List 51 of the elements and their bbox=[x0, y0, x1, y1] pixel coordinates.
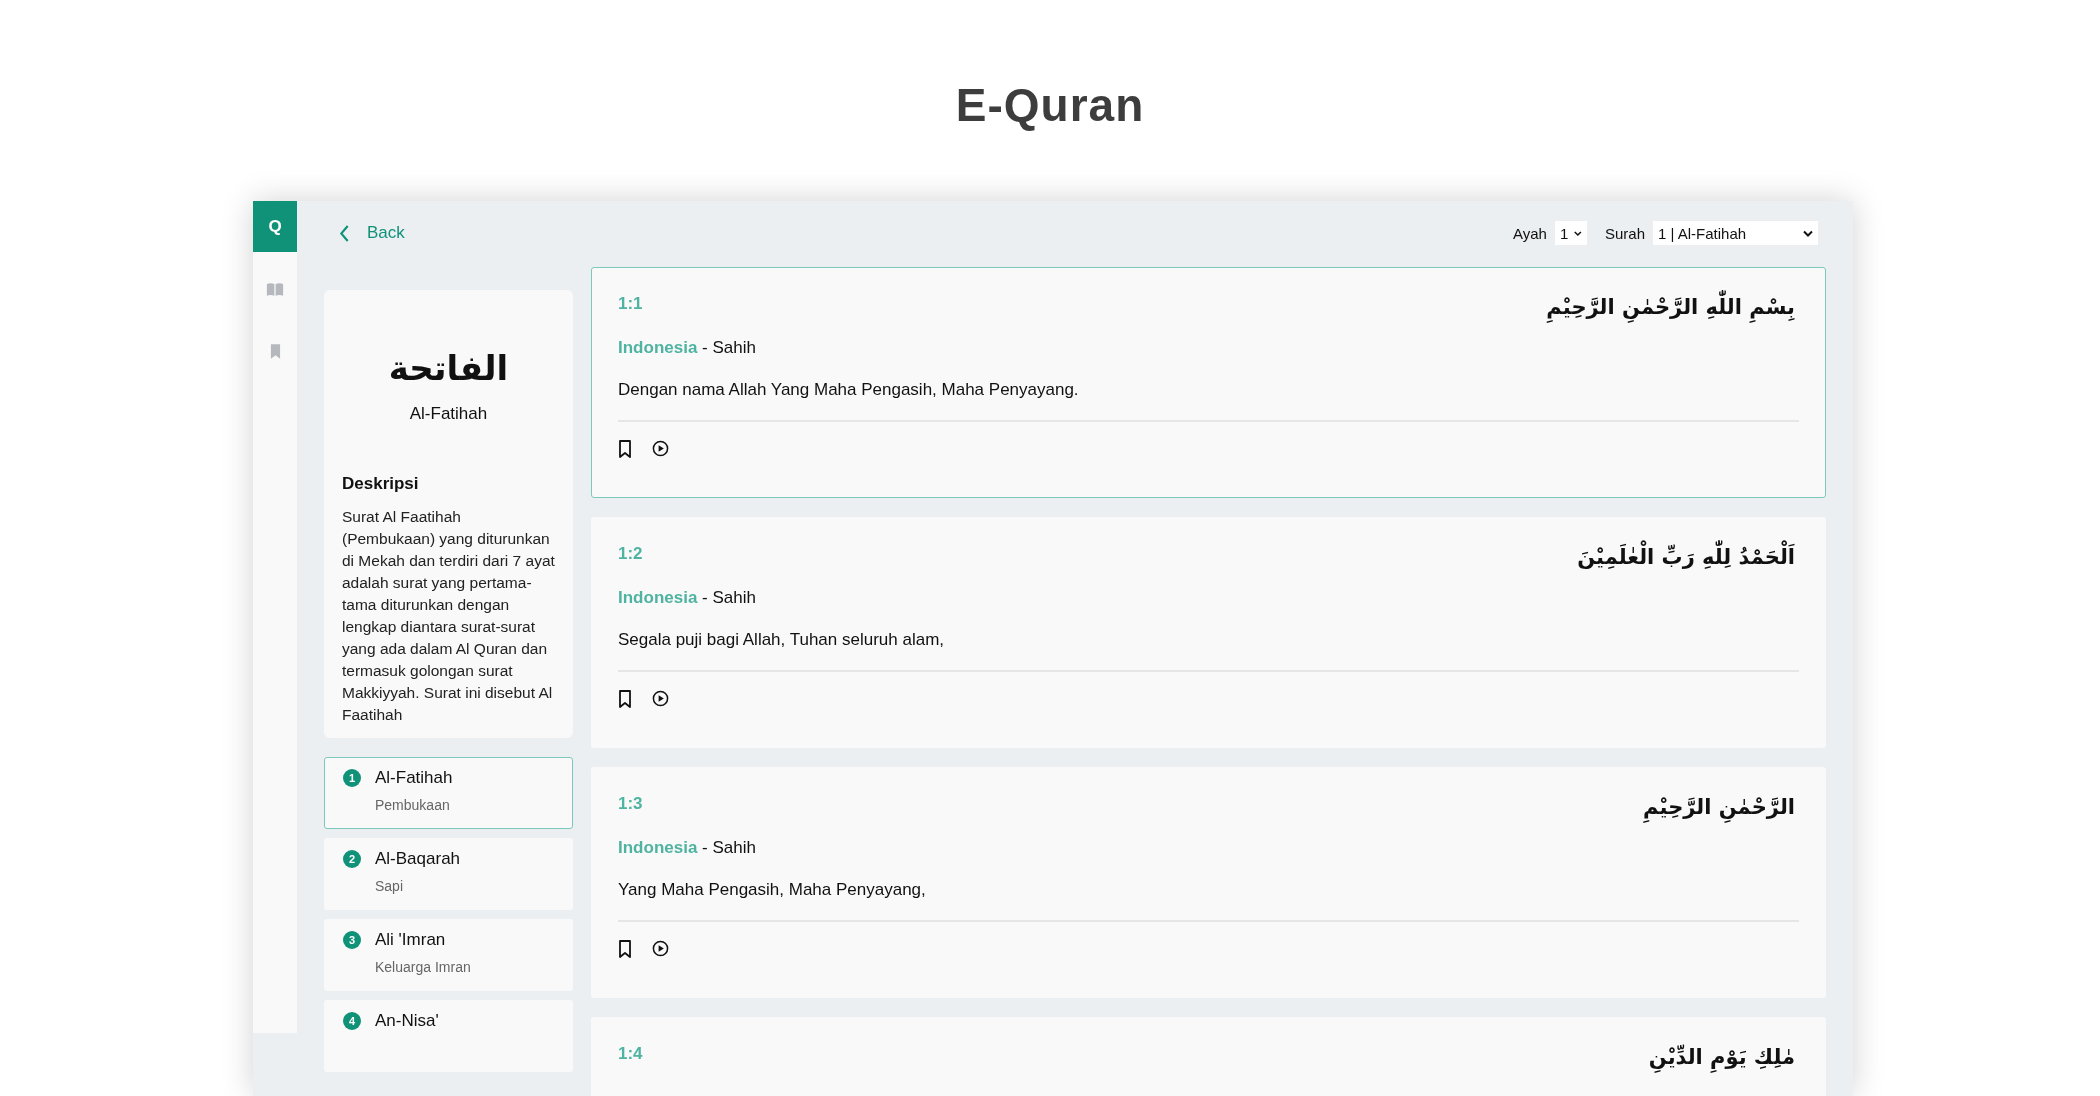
surah-list-item[interactable]: 4 An-Nisa' bbox=[324, 1000, 573, 1072]
translation-text: Segala puji bagi Allah, Tuhan seluruh alam, bbox=[618, 629, 1799, 672]
play-icon[interactable] bbox=[652, 940, 669, 958]
surah-name: Al-Fatihah bbox=[408, 403, 489, 424]
translation-source: - Sahih bbox=[701, 837, 756, 858]
language-name: Indonesia bbox=[618, 587, 698, 608]
caret-icon bbox=[1803, 229, 1813, 237]
translation-text: Yang Maha Pengasih, Maha Penyayang, bbox=[618, 879, 1799, 922]
logo[interactable]: Q bbox=[253, 201, 297, 252]
arabic-verse: الرَّحْمٰنِ الرَّحِيْمِ bbox=[1639, 788, 1799, 828]
bookmark-icon[interactable] bbox=[618, 689, 632, 708]
surah-label: Surah bbox=[1604, 224, 1645, 242]
translation-source: - Sahih bbox=[701, 337, 756, 358]
bookmark-icon[interactable] bbox=[618, 939, 632, 958]
arabic-verse: اَلْحَمْدُ لِلّٰهِ رَبِّ الْعٰلَمِيْنَ bbox=[1573, 538, 1799, 578]
arabic-verse: بِسْمِ اللّٰهِ الرَّحْمٰنِ الرَّحِيْمِ bbox=[1542, 288, 1799, 328]
page-title: E-Quran bbox=[954, 78, 1146, 133]
surah-list-item[interactable]: 3 Ali 'Imran Keluarga Imran bbox=[324, 919, 573, 991]
ayah-select[interactable]: 1 bbox=[1554, 221, 1587, 245]
surah-name: Al-Fatihah bbox=[375, 768, 453, 788]
number-badge: 4 bbox=[343, 1012, 361, 1030]
play-icon[interactable] bbox=[652, 440, 669, 458]
verse-number: 1:3 bbox=[618, 794, 643, 814]
language-name: Indonesia bbox=[618, 837, 698, 858]
number-badge: 3 bbox=[343, 931, 361, 949]
bookmark-icon[interactable] bbox=[618, 439, 632, 458]
verse-number: 1:4 bbox=[618, 1044, 643, 1064]
arabic-verse: مٰلِكِ يَوْمِ الدِّيْنِ bbox=[1644, 1038, 1799, 1078]
description-text: Surat Al Faatihah (Pembukaan) yang diturunkan di Mekah dan terdiri dari 7 ayat adalah surat yang pertama-tama diturunkan dengan lengkap diantara surat-surat yang ada dalam Al Quran dan termasuk golongan surat Makkiyyah. Surat ini disebut Al Faatihah bbox=[342, 506, 555, 725]
surah-arabic-name: الفاتحة bbox=[387, 347, 510, 390]
surah-name: An-Nisa' bbox=[375, 1011, 439, 1031]
surah-meaning: Sapi bbox=[375, 878, 405, 894]
play-icon[interactable] bbox=[652, 690, 669, 708]
ayah-label: Ayah bbox=[1513, 224, 1547, 242]
verse-number: 1:1 bbox=[618, 294, 643, 314]
number-badge: 2 bbox=[343, 850, 361, 868]
surah-list-item[interactable]: 1 Al-Fatihah Pembukaan bbox=[324, 757, 573, 829]
surah-meaning: Pembukaan bbox=[375, 797, 451, 813]
description-heading: Deskripsi bbox=[342, 473, 420, 494]
surah-select[interactable]: 1 | Al-Fatihah bbox=[1653, 221, 1818, 245]
chevron-left-icon bbox=[339, 224, 350, 242]
number-badge: 1 bbox=[343, 769, 361, 787]
translation-text: Dengan nama Allah Yang Maha Pengasih, Maha Penyayang. bbox=[618, 379, 1799, 422]
surah-name: Ali 'Imran bbox=[375, 930, 447, 950]
surah-meaning: Keluarga Imran bbox=[375, 959, 471, 975]
language-name: Indonesia bbox=[618, 337, 698, 358]
surah-list-item[interactable]: 2 Al-Baqarah Sapi bbox=[324, 838, 573, 910]
caret-icon bbox=[1574, 229, 1582, 237]
translation-source: - Sahih bbox=[701, 587, 756, 608]
surah-name: Al-Baqarah bbox=[375, 849, 461, 869]
verse-number: 1:2 bbox=[618, 544, 643, 564]
